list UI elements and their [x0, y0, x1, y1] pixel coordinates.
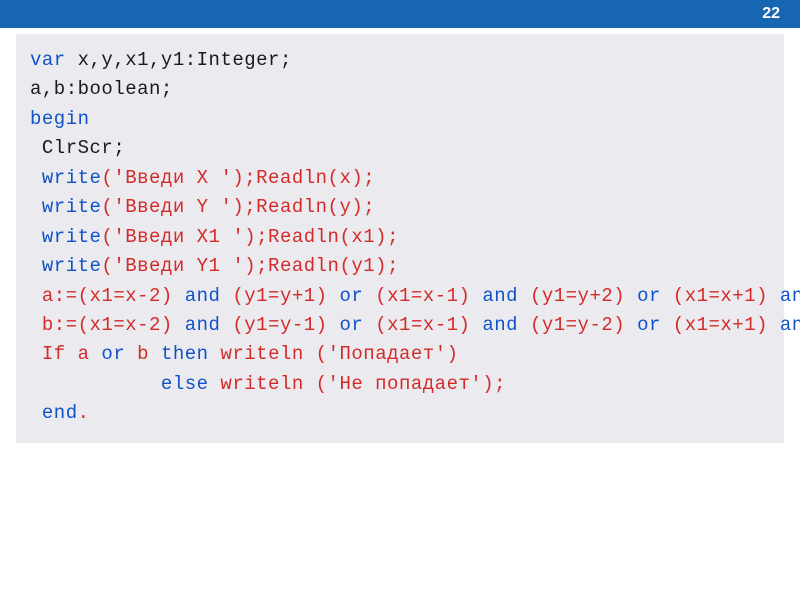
code-red: (x1=x+1): [661, 314, 780, 336]
code-red: (y1=y-1): [220, 314, 339, 336]
code-red: If a: [30, 343, 101, 365]
kw-and: and: [780, 285, 800, 307]
code-block: var x,y,x1,y1:Integer; a,b:boolean; begi…: [16, 34, 784, 443]
code-red: (x1=x+1): [661, 285, 780, 307]
code-red: (y1=y+1): [220, 285, 339, 307]
kw-write: write: [30, 255, 101, 277]
kw-write: write: [30, 196, 101, 218]
kw-and: and: [482, 314, 518, 336]
code-red: (y1=y-2): [518, 314, 637, 336]
code-red: [30, 373, 161, 395]
kw-or: or: [339, 314, 363, 336]
kw-then: then: [161, 343, 209, 365]
kw-write: write: [30, 226, 101, 248]
page-number: 22: [762, 5, 780, 23]
code-text: a,b:boolean;: [30, 78, 173, 100]
code-red: (x1=x-1): [363, 285, 482, 307]
kw-and: and: [482, 285, 518, 307]
code-red: writeln ('Попадает'): [209, 343, 459, 365]
kw-begin: begin: [30, 108, 90, 130]
code-red: writeln ('Не попадает');: [209, 373, 507, 395]
kw-and: and: [185, 314, 221, 336]
kw-or: or: [339, 285, 363, 307]
kw-or: or: [101, 343, 125, 365]
code-red: a:=(x1=x-2): [30, 285, 185, 307]
code-red: .: [78, 402, 90, 424]
kw-else: else: [161, 373, 209, 395]
code-red: (y1=y+2): [518, 285, 637, 307]
code-red: ('Введи X1 ');Readln(x1);: [101, 226, 399, 248]
kw-or: or: [637, 314, 661, 336]
code-red: b: [125, 343, 161, 365]
kw-and: and: [780, 314, 800, 336]
code-red: ('Введи Y1 ');Readln(y1);: [101, 255, 399, 277]
header-bar: 22: [0, 0, 800, 28]
code-red: ('Введи X ');Readln(x);: [101, 167, 375, 189]
code-red: b:=(x1=x-2): [30, 314, 185, 336]
code-content: var x,y,x1,y1:Integer; a,b:boolean; begi…: [30, 46, 770, 429]
code-red: (x1=x-1): [363, 314, 482, 336]
kw-end: end: [30, 402, 78, 424]
code-red: ('Введи Y ');Readln(y);: [101, 196, 375, 218]
kw-write: write: [30, 167, 101, 189]
kw-or: or: [637, 285, 661, 307]
code-text: ClrScr;: [30, 137, 125, 159]
code-text: x,y,x1,y1:Integer;: [66, 49, 292, 71]
kw-var: var: [30, 49, 66, 71]
kw-and: and: [185, 285, 221, 307]
